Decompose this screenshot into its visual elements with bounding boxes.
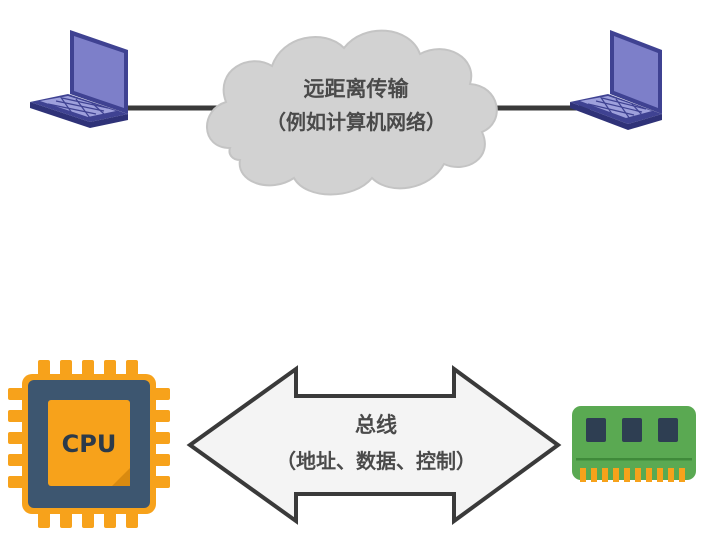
bus-double-arrow: [186, 365, 562, 525]
bus-title: 总线: [355, 413, 397, 437]
right-laptop-icon: [570, 30, 662, 130]
cpu-label: CPU: [62, 430, 117, 458]
bus-subtitle: （地址、数据、控制）: [276, 449, 476, 473]
diagram-canvas: 远距离传输 （例如计算机网络） CPU 总线 （地址、数据、控制）: [0, 0, 717, 541]
cpu-chip-icon: CPU: [8, 360, 170, 528]
bus-section: CPU 总线 （地址、数据、控制）: [8, 360, 696, 528]
network-title: 远距离传输: [304, 77, 410, 101]
left-laptop-icon: [30, 30, 128, 128]
network-section: 远距离传输 （例如计算机网络）: [30, 29, 662, 196]
network-subtitle: （例如计算机网络）: [266, 110, 446, 134]
diagram-svg: 远距离传输 （例如计算机网络） CPU 总线 （地址、数据、控制）: [8, 29, 696, 528]
memory-module-icon: [572, 406, 696, 482]
